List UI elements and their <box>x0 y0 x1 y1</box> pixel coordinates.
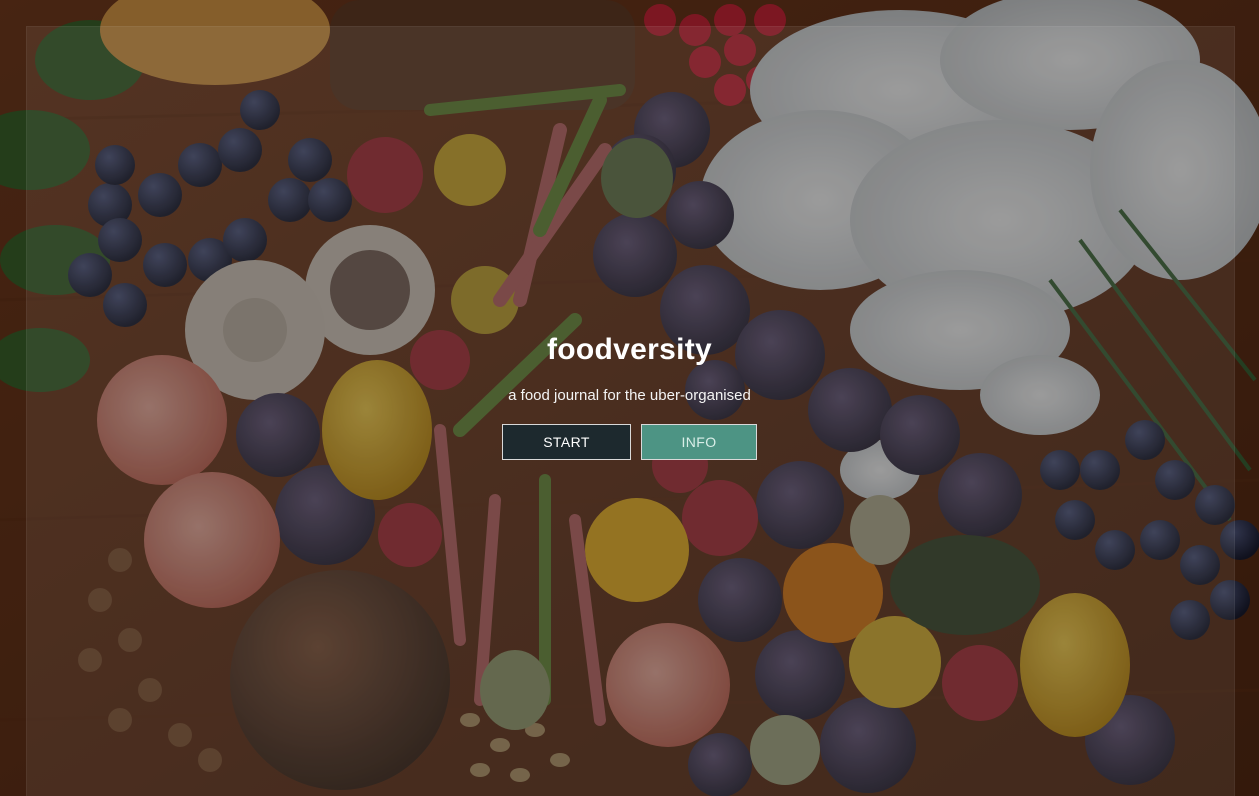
hero-section: foodversity a food journal for the uber-… <box>0 0 1259 796</box>
app-title: foodversity <box>546 333 712 366</box>
info-button[interactable]: INFO <box>641 424 757 460</box>
start-button[interactable]: START <box>502 424 631 460</box>
hero-content: foodversity a food journal for the uber-… <box>0 330 1259 460</box>
hero-actions: START INFO <box>0 424 1259 460</box>
app-tagline: a food journal for the uber-organised <box>508 387 751 404</box>
